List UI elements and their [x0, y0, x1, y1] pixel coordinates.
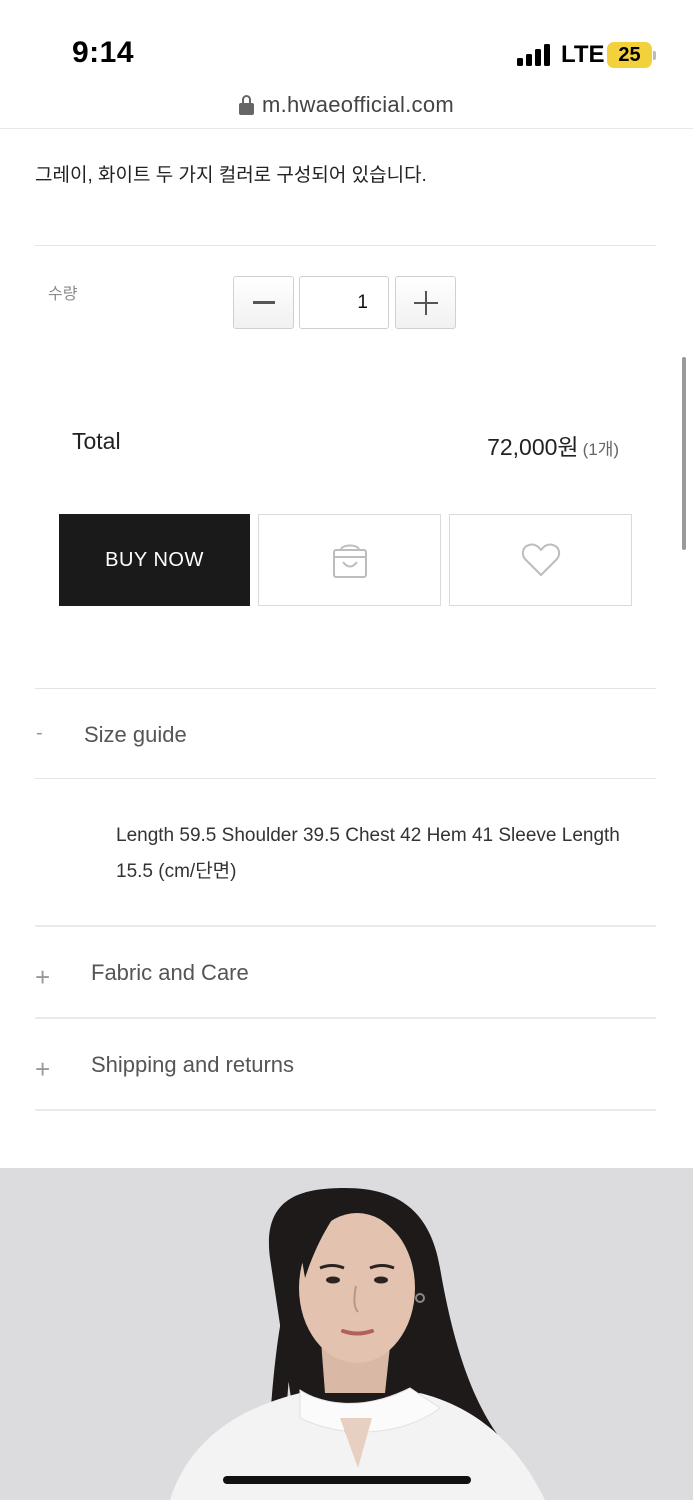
- total-amount: 72,000원: [487, 434, 579, 460]
- accordion-title: Size guide: [84, 722, 187, 747]
- collapse-icon: -: [36, 722, 43, 744]
- quantity-increase-button[interactable]: [395, 276, 456, 329]
- accordion-title: Fabric and Care: [91, 960, 249, 985]
- expand-icon: +: [35, 962, 51, 992]
- add-to-cart-button[interactable]: [258, 514, 441, 606]
- divider: [35, 1017, 656, 1019]
- total-count: (1개): [582, 440, 619, 459]
- battery-icon: 25: [607, 42, 656, 68]
- shopping-bag-icon: [332, 544, 367, 578]
- quantity-input[interactable]: 1: [299, 276, 389, 329]
- signal-bars-icon: [517, 44, 553, 66]
- minus-icon: [252, 301, 275, 304]
- product-photo: [0, 1168, 693, 1500]
- product-page: 9:14 LTE 25 m.hwaeofficial.com 그레이, 화이트 …: [0, 0, 693, 1500]
- product-description: 그레이, 화이트 두 가지 컬러로 구성되어 있습니다.: [35, 165, 427, 186]
- home-indicator[interactable]: [223, 1476, 471, 1484]
- model-photo: [0, 1168, 693, 1500]
- divider: [35, 1109, 656, 1111]
- battery-level: 25: [618, 44, 641, 66]
- total-label: Total: [72, 428, 121, 454]
- size-guide-content: Length 59.5 Shoulder 39.5 Chest 42 Hem 4…: [116, 825, 620, 882]
- quantity-label: 수량: [48, 286, 78, 303]
- divider: [0, 128, 693, 129]
- quantity-decrease-button[interactable]: [233, 276, 294, 329]
- address-bar[interactable]: m.hwaeofficial.com: [0, 92, 693, 128]
- network-type: LTE: [561, 41, 605, 68]
- total-price: 72,000원 (1개): [487, 428, 619, 462]
- status-time: 9:14: [72, 36, 135, 69]
- wishlist-button[interactable]: [449, 514, 632, 606]
- scrollbar[interactable]: [682, 357, 686, 550]
- lock-icon: [238, 95, 254, 115]
- status-bar: 9:14 LTE 25: [0, 0, 693, 90]
- divider: [35, 245, 656, 246]
- url-text: m.hwaeofficial.com: [261, 92, 455, 117]
- divider: [35, 688, 656, 689]
- plus-icon: [413, 290, 438, 315]
- heart-icon: [521, 543, 560, 576]
- accordion-title: Shipping and returns: [91, 1052, 295, 1077]
- divider: [35, 925, 656, 927]
- divider: [35, 778, 656, 779]
- expand-icon: +: [35, 1054, 51, 1084]
- buy-now-button[interactable]: BUY NOW: [59, 514, 250, 606]
